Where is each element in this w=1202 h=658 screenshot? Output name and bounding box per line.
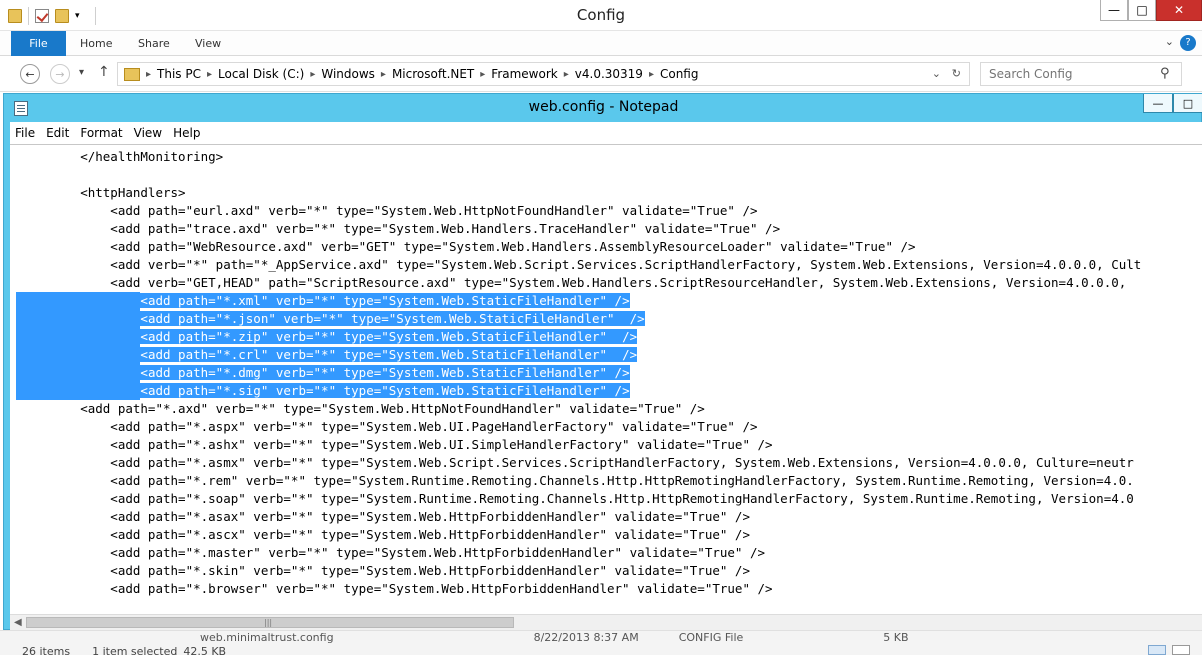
code-line: <add path="*.axd" verb="*" type="System.…: [20, 401, 705, 416]
horizontal-scrollbar[interactable]: ◀ |||: [10, 614, 1202, 630]
code-line: <add path="*.soap" verb="*" type="System…: [20, 491, 1134, 506]
selected-text: <add path="*.zip" verb="*" type="System.…: [140, 329, 638, 344]
code-line: <add path="*.sig" verb="*" type="System.…: [20, 382, 1141, 400]
breadcrumb-item[interactable]: Windows: [321, 67, 375, 81]
address-history-dropdown-icon[interactable]: ⌄: [932, 67, 941, 80]
notepad-window: web.config - Notepad — □ File Edit Forma…: [3, 93, 1202, 630]
text-editor-area[interactable]: </healthMonitoring> <httpHandlers> <add …: [10, 144, 1202, 614]
folder-icon: [124, 67, 140, 81]
scroll-left-arrow-icon[interactable]: ◀: [14, 617, 22, 628]
notepad-menu-bar: File Edit Format View Help: [10, 122, 1202, 144]
search-input[interactable]: [980, 62, 1182, 86]
code-line: <add path="*.skin" verb="*" type="System…: [20, 563, 750, 578]
notepad-window-title: web.config - Notepad: [528, 99, 679, 115]
status-item-count: 26 items: [22, 645, 71, 658]
status-bar: 26 items 1 item selected 42.5 KB: [22, 645, 226, 658]
minimize-button[interactable]: —: [1143, 94, 1173, 113]
chevron-right-icon[interactable]: ▸: [564, 69, 569, 80]
explorer-ribbon: File Home Share View ⌄ ?: [0, 31, 1202, 56]
maximize-button[interactable]: □: [1173, 94, 1202, 113]
code-line: <add path="trace.axd" verb="*" type="Sys…: [20, 221, 781, 236]
scrollbar-grip-icon: |||: [264, 618, 273, 627]
details-view-icon[interactable]: [1148, 645, 1166, 655]
menu-edit[interactable]: Edit: [41, 126, 74, 140]
chevron-right-icon[interactable]: ▸: [480, 69, 485, 80]
code-line: <add path="*.zip" verb="*" type="System.…: [20, 328, 1141, 346]
file-size: 5 KB: [883, 631, 909, 644]
menu-format[interactable]: Format: [75, 126, 127, 140]
close-button[interactable]: ✕: [1156, 0, 1202, 21]
file-date: 8/22/2013 8:37 AM: [533, 631, 639, 644]
chevron-right-icon[interactable]: ▸: [207, 69, 212, 80]
code-line: <add path="*.asax" verb="*" type="System…: [20, 509, 750, 524]
menu-view[interactable]: View: [129, 126, 167, 140]
file-name: web.minimaltrust.config: [200, 631, 334, 644]
code-line: <add path="*.ascx" verb="*" type="System…: [20, 527, 750, 542]
chevron-right-icon[interactable]: ▸: [649, 69, 654, 80]
explorer-address-bar: ← → ▾ ↑ ▸ This PC ▸ Local Disk (C:) ▸ Wi…: [0, 56, 1202, 92]
expand-ribbon-icon[interactable]: ⌄: [1165, 35, 1174, 48]
maximize-button[interactable]: □: [1128, 0, 1156, 21]
code-line: <add path="*.crl" verb="*" type="System.…: [20, 346, 1141, 364]
minimize-button[interactable]: —: [1100, 0, 1128, 21]
code-line: <add verb="*" path="*_AppService.axd" ty…: [20, 257, 1142, 272]
refresh-icon[interactable]: ↻: [952, 67, 961, 80]
recent-locations-dropdown-icon[interactable]: ▾: [79, 67, 84, 78]
breadcrumb-item[interactable]: Local Disk (C:): [218, 67, 304, 81]
code-line: <add path="*.rem" verb="*" type="System.…: [20, 473, 1134, 488]
large-icons-view-icon[interactable]: [1172, 645, 1190, 655]
breadcrumb[interactable]: ▸ This PC ▸ Local Disk (C:) ▸ Windows ▸ …: [117, 62, 970, 86]
forward-arrow-icon[interactable]: →: [50, 64, 70, 84]
breadcrumb-item[interactable]: Framework: [491, 67, 557, 81]
selected-text: <add path="*.sig" verb="*" type="System.…: [140, 383, 630, 398]
selected-text: <add path="*.dmg" verb="*" type="System.…: [140, 365, 630, 380]
selected-text: <add path="*.xml" verb="*" type="System.…: [140, 293, 630, 308]
code-lines: </healthMonitoring> <httpHandlers> <add …: [20, 148, 1141, 598]
code-line: <add path="*.master" verb="*" type="Syst…: [20, 545, 766, 560]
code-line: <add path="eurl.axd" verb="*" type="Syst…: [20, 203, 758, 218]
file-type: CONFIG File: [678, 631, 744, 644]
chevron-right-icon[interactable]: ▸: [310, 69, 315, 80]
ribbon-tab-file[interactable]: File: [11, 31, 66, 56]
breadcrumb-item[interactable]: This PC: [157, 67, 201, 81]
code-line: <add verb="GET,HEAD" path="ScriptResourc…: [20, 275, 1127, 290]
explorer-window-controls: — □ ✕: [1100, 0, 1202, 21]
ribbon-tab-home[interactable]: Home: [66, 31, 126, 56]
code-line: <add path="*.json" verb="*" type="System…: [20, 310, 1141, 328]
code-line: <add path="*.dmg" verb="*" type="System.…: [20, 364, 1141, 382]
file-row[interactable]: web.minimaltrust.config 8/22/2013 8:37 A…: [200, 631, 909, 644]
breadcrumb-item[interactable]: Config: [660, 67, 699, 81]
selected-text: <add path="*.json" verb="*" type="System…: [140, 311, 645, 326]
explorer-titlebar: ▾ Config — □ ✕: [0, 0, 1202, 31]
menu-help[interactable]: Help: [168, 126, 205, 140]
back-arrow-icon[interactable]: ←: [20, 64, 40, 84]
ribbon-tab-share[interactable]: Share: [124, 31, 184, 56]
explorer-file-area: web.minimaltrust.config 8/22/2013 8:37 A…: [0, 630, 1202, 658]
code-line: <add path="WebResource.axd" verb="GET" t…: [20, 239, 916, 254]
breadcrumb-item[interactable]: v4.0.30319: [575, 67, 643, 81]
search-icon[interactable]: ⚲: [1160, 66, 1170, 81]
code-line: <add path="*.browser" verb="*" type="Sys…: [20, 581, 773, 596]
code-line: <add path="*.ashx" verb="*" type="System…: [20, 437, 773, 452]
breadcrumb-item[interactable]: Microsoft.NET: [392, 67, 474, 81]
explorer-window-title: Config: [576, 6, 626, 24]
up-arrow-icon[interactable]: ↑: [98, 64, 110, 80]
notepad-titlebar: web.config - Notepad — □: [4, 94, 1202, 122]
code-line: <add path="*.aspx" verb="*" type="System…: [20, 419, 758, 434]
selected-text: <add path="*.crl" verb="*" type="System.…: [140, 347, 638, 362]
menu-file[interactable]: File: [10, 126, 40, 140]
code-line: </healthMonitoring>: [20, 149, 224, 164]
code-line: <add path="*.asmx" verb="*" type="System…: [20, 455, 1134, 470]
chevron-right-icon[interactable]: ▸: [381, 69, 386, 80]
chevron-right-icon[interactable]: ▸: [146, 69, 151, 80]
status-selected: 1 item selected: [92, 645, 178, 658]
status-size: 42.5 KB: [183, 645, 227, 658]
ribbon-tab-view[interactable]: View: [181, 31, 235, 56]
code-line: <add path="*.xml" verb="*" type="System.…: [20, 292, 1141, 310]
help-icon[interactable]: ?: [1180, 35, 1196, 51]
notepad-window-controls: — □: [1143, 94, 1202, 113]
code-line: <httpHandlers>: [20, 185, 186, 200]
